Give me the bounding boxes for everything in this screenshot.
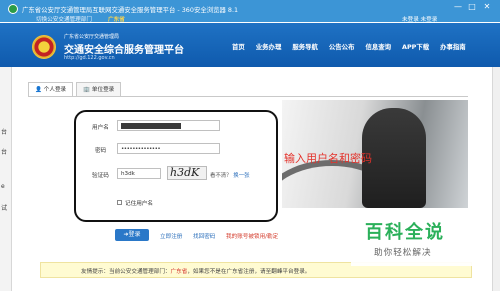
police-emblem-icon: [32, 35, 56, 59]
minimize-button[interactable]: —: [452, 2, 464, 12]
close-button[interactable]: ✕: [481, 2, 493, 12]
notice-prefix: 友情提示：当前公安交通管理部门：: [81, 269, 171, 275]
nav-item-notices[interactable]: 公告公布: [329, 42, 355, 54]
watermark-subtitle: 助你轻松解决: [374, 248, 432, 258]
browser-logo-icon: [8, 4, 18, 14]
tab-label: 单位登录: [91, 87, 115, 93]
rail-text: 台: [1, 129, 8, 136]
rail-text: 台: [1, 149, 8, 156]
tab-personal-login[interactable]: 👤 个人登录: [28, 82, 74, 96]
region-switch-label: 切换公安交通管理部门: [36, 17, 92, 23]
rail-text: 试: [1, 205, 8, 212]
forgot-password-link[interactable]: 找回密码: [193, 232, 215, 240]
site-title: 交通安全综合服务管理平台: [64, 45, 184, 56]
nav-item-guide[interactable]: 办事指南: [440, 42, 466, 54]
background-window-edge: 台 台 e 试: [0, 67, 12, 291]
nav-item-service-nav[interactable]: 服务导航: [292, 42, 318, 54]
login-tabs: 👤 个人登录 🏢 单位登录: [28, 82, 122, 96]
login-status[interactable]: 未登录 未登录: [402, 15, 437, 23]
scrollbar[interactable]: [492, 67, 500, 291]
region-switcher[interactable]: 切换公安交通管理部门 广东省: [0, 15, 230, 23]
browser-titlebar: 广东省公安厅交通管理局互联网交通安全服务管理平台 - 360安全浏览器 8.1 …: [0, 0, 500, 23]
site-url: http://gd.122.gov.cn: [64, 55, 115, 61]
nav-item-business[interactable]: 业务办理: [256, 42, 282, 54]
register-link[interactable]: 立即注册: [160, 232, 182, 240]
instruction-annotation: 输入用户名和密码: [284, 152, 372, 165]
maximize-button[interactable]: □: [466, 2, 478, 12]
building-icon: 🏢: [83, 87, 91, 93]
site-department: 广东省公安厅交通管理局: [64, 34, 120, 40]
rail-text: e: [1, 183, 5, 190]
region-switch-value[interactable]: 广东省: [108, 15, 125, 23]
form-highlight-annotation: [74, 110, 278, 222]
nav-item-home[interactable]: 首页: [232, 42, 245, 54]
main-nav: 首页 业务办理 服务导航 公告公布 信息查询 APP下载 办事指南: [232, 42, 466, 54]
login-button-label: 登录: [128, 231, 141, 238]
notice-suffix: ，如果您不是在广东省注册，请至翻峰平台登录。: [187, 269, 311, 275]
tab-label: 个人登录: [43, 87, 67, 93]
tabs-divider: [28, 96, 468, 97]
watermark-title: 百科全说: [365, 222, 445, 243]
nav-item-query[interactable]: 信息查询: [365, 42, 391, 54]
account-locked-link[interactable]: 我的账号被锁用/勒定: [226, 232, 278, 240]
window-title: 广东省公安厅交通管理局互联网交通安全服务管理平台 - 360安全浏览器 8.1: [22, 6, 239, 14]
notice-region: 广东省: [170, 269, 188, 275]
nav-item-app-download[interactable]: APP下载: [402, 42, 429, 54]
login-button[interactable]: ➜登录: [115, 229, 149, 241]
tab-company-login[interactable]: 🏢 单位登录: [76, 82, 122, 96]
user-icon: 👤: [35, 87, 42, 93]
